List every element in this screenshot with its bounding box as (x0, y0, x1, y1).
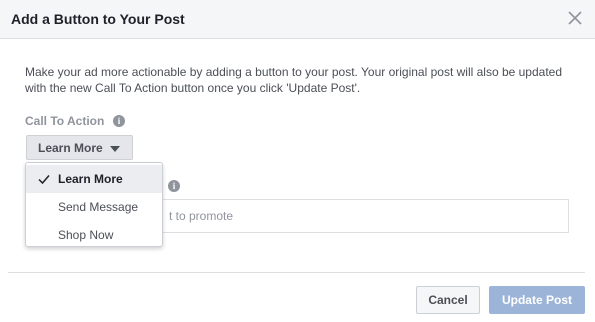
menu-item-shop-now[interactable]: Shop Now (26, 221, 162, 249)
info-icon[interactable]: i (168, 180, 180, 192)
menu-item-label: Shop Now (58, 228, 114, 242)
url-input-placeholder: t to promote (169, 209, 234, 223)
footer-divider (8, 272, 585, 273)
url-input[interactable]: t to promote (135, 199, 569, 233)
info-icon[interactable]: i (113, 115, 125, 127)
close-icon[interactable] (568, 11, 582, 25)
menu-item-label: Send Message (58, 200, 139, 214)
menu-item-learn-more[interactable]: Learn More (26, 165, 162, 193)
cta-selected-value: Learn More (38, 140, 103, 155)
dialog-title: Add a Button to Your Post (11, 11, 185, 27)
cta-dropdown-button[interactable]: Learn More (26, 135, 133, 160)
caret-down-icon (110, 146, 120, 152)
menu-item-send-message[interactable]: Send Message (26, 193, 162, 221)
cancel-button[interactable]: Cancel (416, 286, 480, 314)
menu-item-label: Learn More (58, 172, 123, 186)
dialog-description: Make your ad more actionable by adding a… (25, 65, 563, 95)
dialog-header: Add a Button to Your Post (0, 0, 595, 39)
cta-dropdown-menu: Learn More Send Message Shop Now (25, 162, 163, 247)
cta-label: Call To Action (25, 114, 105, 128)
update-post-button[interactable]: Update Post (489, 286, 585, 314)
checkmark-icon (38, 175, 50, 185)
